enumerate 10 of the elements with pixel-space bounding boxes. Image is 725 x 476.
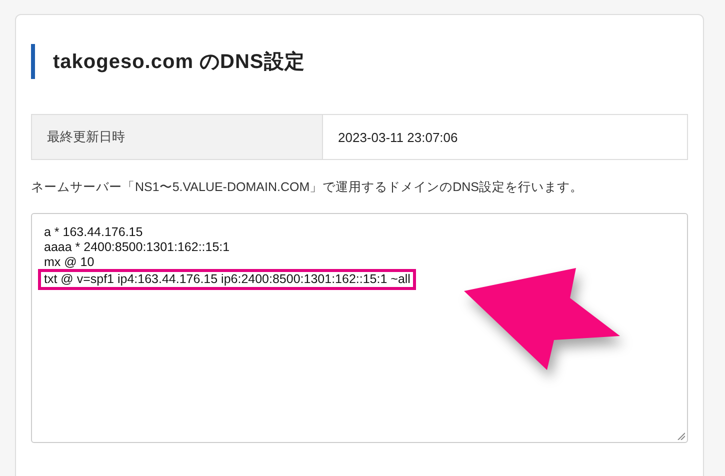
description-text: ネームサーバー「NS1〜5.VALUE-DOMAIN.COM」で運用するドメインのDNS設定を行います。 — [31, 179, 584, 196]
record-line: txt @ v=spf1 ip4:163.44.176.15 ip6:2400:8500:1301:162::15:1 ~all — [41, 272, 414, 287]
record-line: mx @ 10 — [43, 255, 96, 270]
dns-records-textarea[interactable]: a * 163.44.176.15 aaaa * 2400:8500:1301:162::15:1 mx @ 10 txt @ v=spf1 ip4:163.44.176.15 ip6:2400:8500:1301:162::15:1 ~all — [31, 213, 688, 443]
table-cell-text: 2023-03-11 23:07:06 — [337, 128, 459, 146]
record-line: aaaa * 2400:8500:1301:162::15:1 — [43, 240, 231, 255]
page-heading: takogeso.com のDNS設定 — [31, 44, 688, 79]
record-line: a * 163.44.176.15 — [43, 225, 144, 240]
resize-handle-icon[interactable] — [677, 432, 685, 440]
table-header-cell: 最終更新日時 — [32, 115, 323, 159]
